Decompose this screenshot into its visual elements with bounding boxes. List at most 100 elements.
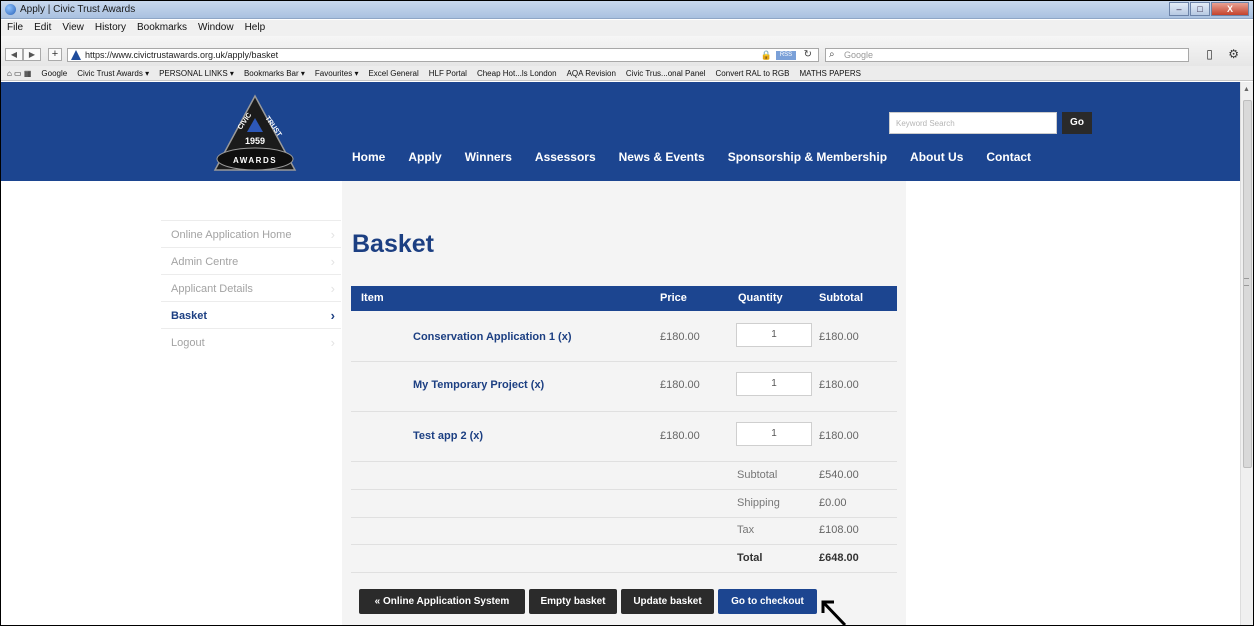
go-button[interactable]: Go [1062,112,1092,134]
go-to-checkout-button[interactable]: Go to checkout [718,589,817,614]
browser-icon [5,4,16,15]
rss-icon[interactable]: RSS [776,51,796,60]
url-text: https://www.civictrustawards.org.uk/appl… [85,50,279,60]
sidenav-item-applicant-details[interactable]: Applicant Details › [161,274,341,301]
reader-icon[interactable]: ⌂ ▭ ▦ [7,66,31,80]
nav-assessors[interactable]: Assessors [535,150,596,164]
bookmark-item[interactable]: Excel General [368,66,418,80]
bookmark-item[interactable]: Bookmarks Bar ▾ [244,66,305,80]
item-name-link[interactable]: Conservation Application 1 (x) [413,331,572,343]
column-price: Price [660,292,687,304]
column-subtotal: Subtotal [819,292,863,304]
row-divider [351,517,897,518]
chevron-right-icon: › [330,281,335,296]
chevron-right-icon: › [330,254,335,269]
bookmark-item[interactable]: PERSONAL LINKS ▾ [159,66,234,80]
column-item: Item [361,292,384,304]
bookmark-item[interactable]: Civic Trust Awards ▾ [77,66,149,80]
civic-trust-awards-logo[interactable]: CIVIC TRUST 1959 AWARDS [213,94,297,172]
sidenav-item-online-application-home[interactable]: Online Application Home › [161,220,341,247]
bookmark-item[interactable]: Cheap Hot...ls London [477,66,557,80]
tax-value: £108.00 [819,524,859,536]
item-name-link[interactable]: Test app 2 (x) [413,430,483,442]
scroll-up-icon[interactable]: ▲ [1243,86,1250,93]
page-and-settings-icons[interactable]: ▯ ⚙ [1206,47,1245,61]
bookmark-item[interactable]: Convert RAL to RGB [716,66,790,80]
site-icon [71,50,81,60]
right-panel [906,181,1240,625]
row-divider [351,489,897,490]
column-quantity: Quantity [738,292,783,304]
nav-about-us[interactable]: About Us [910,150,963,164]
main-nav: Home Apply Winners Assessors News & Even… [352,150,1054,164]
shipping-label: Shipping [737,497,780,509]
maximize-button[interactable]: □ [1190,2,1210,16]
sidenav-item-logout[interactable]: Logout › [161,328,341,355]
row-divider [351,461,897,462]
item-price: £180.00 [660,430,700,442]
quantity-input[interactable]: 1 [736,323,812,347]
bookmark-item[interactable]: Favourites ▾ [315,66,359,80]
window-title: Apply | Civic Trust Awards [20,4,136,15]
close-button[interactable]: X [1211,2,1249,16]
sidenav-item-basket[interactable]: Basket › [161,301,341,328]
nav-apply[interactable]: Apply [408,150,441,164]
menu-view[interactable]: View [62,20,84,36]
address-bar-row: ◀ ▶ + https://www.civictrustawards.org.u… [1,36,1253,66]
bookmark-item[interactable]: AQA Revision [567,66,616,80]
chevron-right-icon: › [330,308,335,323]
menu-file[interactable]: File [7,20,23,36]
sidenav-item-label: Logout [171,337,205,349]
back-button[interactable]: ◀ [5,48,23,61]
item-name-link[interactable]: My Temporary Project (x) [413,379,544,391]
item-subtotal: £180.00 [819,430,859,442]
keyword-search-input[interactable]: Keyword Search [889,112,1057,134]
vertical-scrollbar[interactable]: ▲ [1240,82,1253,625]
arrow-cursor-icon [821,600,847,625]
bookmark-item[interactable]: HLF Portal [429,66,467,80]
item-subtotal: £180.00 [819,331,859,343]
update-basket-button[interactable]: Update basket [621,589,714,614]
reload-icon[interactable]: ↻ [804,49,812,60]
row-divider [351,411,897,412]
nav-home[interactable]: Home [352,150,385,164]
menu-help[interactable]: Help [245,20,266,36]
menu-edit[interactable]: Edit [34,20,51,36]
url-field[interactable]: https://www.civictrustawards.org.uk/appl… [67,48,819,62]
menu-bookmarks[interactable]: Bookmarks [137,20,187,36]
empty-basket-button[interactable]: Empty basket [529,589,617,614]
item-price: £180.00 [660,331,700,343]
bookmark-item[interactable]: MATHS PAPERS [799,66,861,80]
total-label: Total [737,552,763,564]
nav-buttons: ◀ ▶ [5,48,41,61]
lock-icon: 🔒 [760,50,772,60]
nav-sponsorship-membership[interactable]: Sponsorship & Membership [728,150,887,164]
forward-button[interactable]: ▶ [23,48,41,61]
quantity-input[interactable]: 1 [736,422,812,446]
basket-table-header: Item Price Quantity Subtotal [351,286,897,311]
nav-contact[interactable]: Contact [986,150,1031,164]
bookmarks-bar: ⌂ ▭ ▦ Google Civic Trust Awards ▾ PERSON… [1,66,1253,81]
scrollbar-grip [1244,278,1249,286]
title-bar: Apply | Civic Trust Awards – □ X [1,1,1253,19]
sidenav-item-label: Online Application Home [171,229,292,241]
bookmark-item[interactable]: Google [41,66,67,80]
quantity-input[interactable]: 1 [736,372,812,396]
item-subtotal: £180.00 [819,379,859,391]
search-field[interactable]: ⌕ Google [825,48,1189,62]
add-bookmark-button[interactable]: + [48,48,62,61]
nav-news-events[interactable]: News & Events [619,150,705,164]
bookmark-item[interactable]: Civic Trus...onal Panel [626,66,706,80]
sidenav-item-label: Applicant Details [171,283,253,295]
logo-year-text: 1959 [245,136,265,146]
row-divider [351,572,897,573]
menu-window[interactable]: Window [198,20,234,36]
nav-winners[interactable]: Winners [465,150,512,164]
search-placeholder: Google [844,50,874,60]
minimize-button[interactable]: – [1169,2,1189,16]
sidenav-item-admin-centre[interactable]: Admin Centre › [161,247,341,274]
search-icon: ⌕ [829,49,835,60]
sidenav-item-label: Basket [171,310,208,322]
menu-history[interactable]: History [95,20,126,36]
online-application-system-button[interactable]: « Online Application System [359,589,525,614]
